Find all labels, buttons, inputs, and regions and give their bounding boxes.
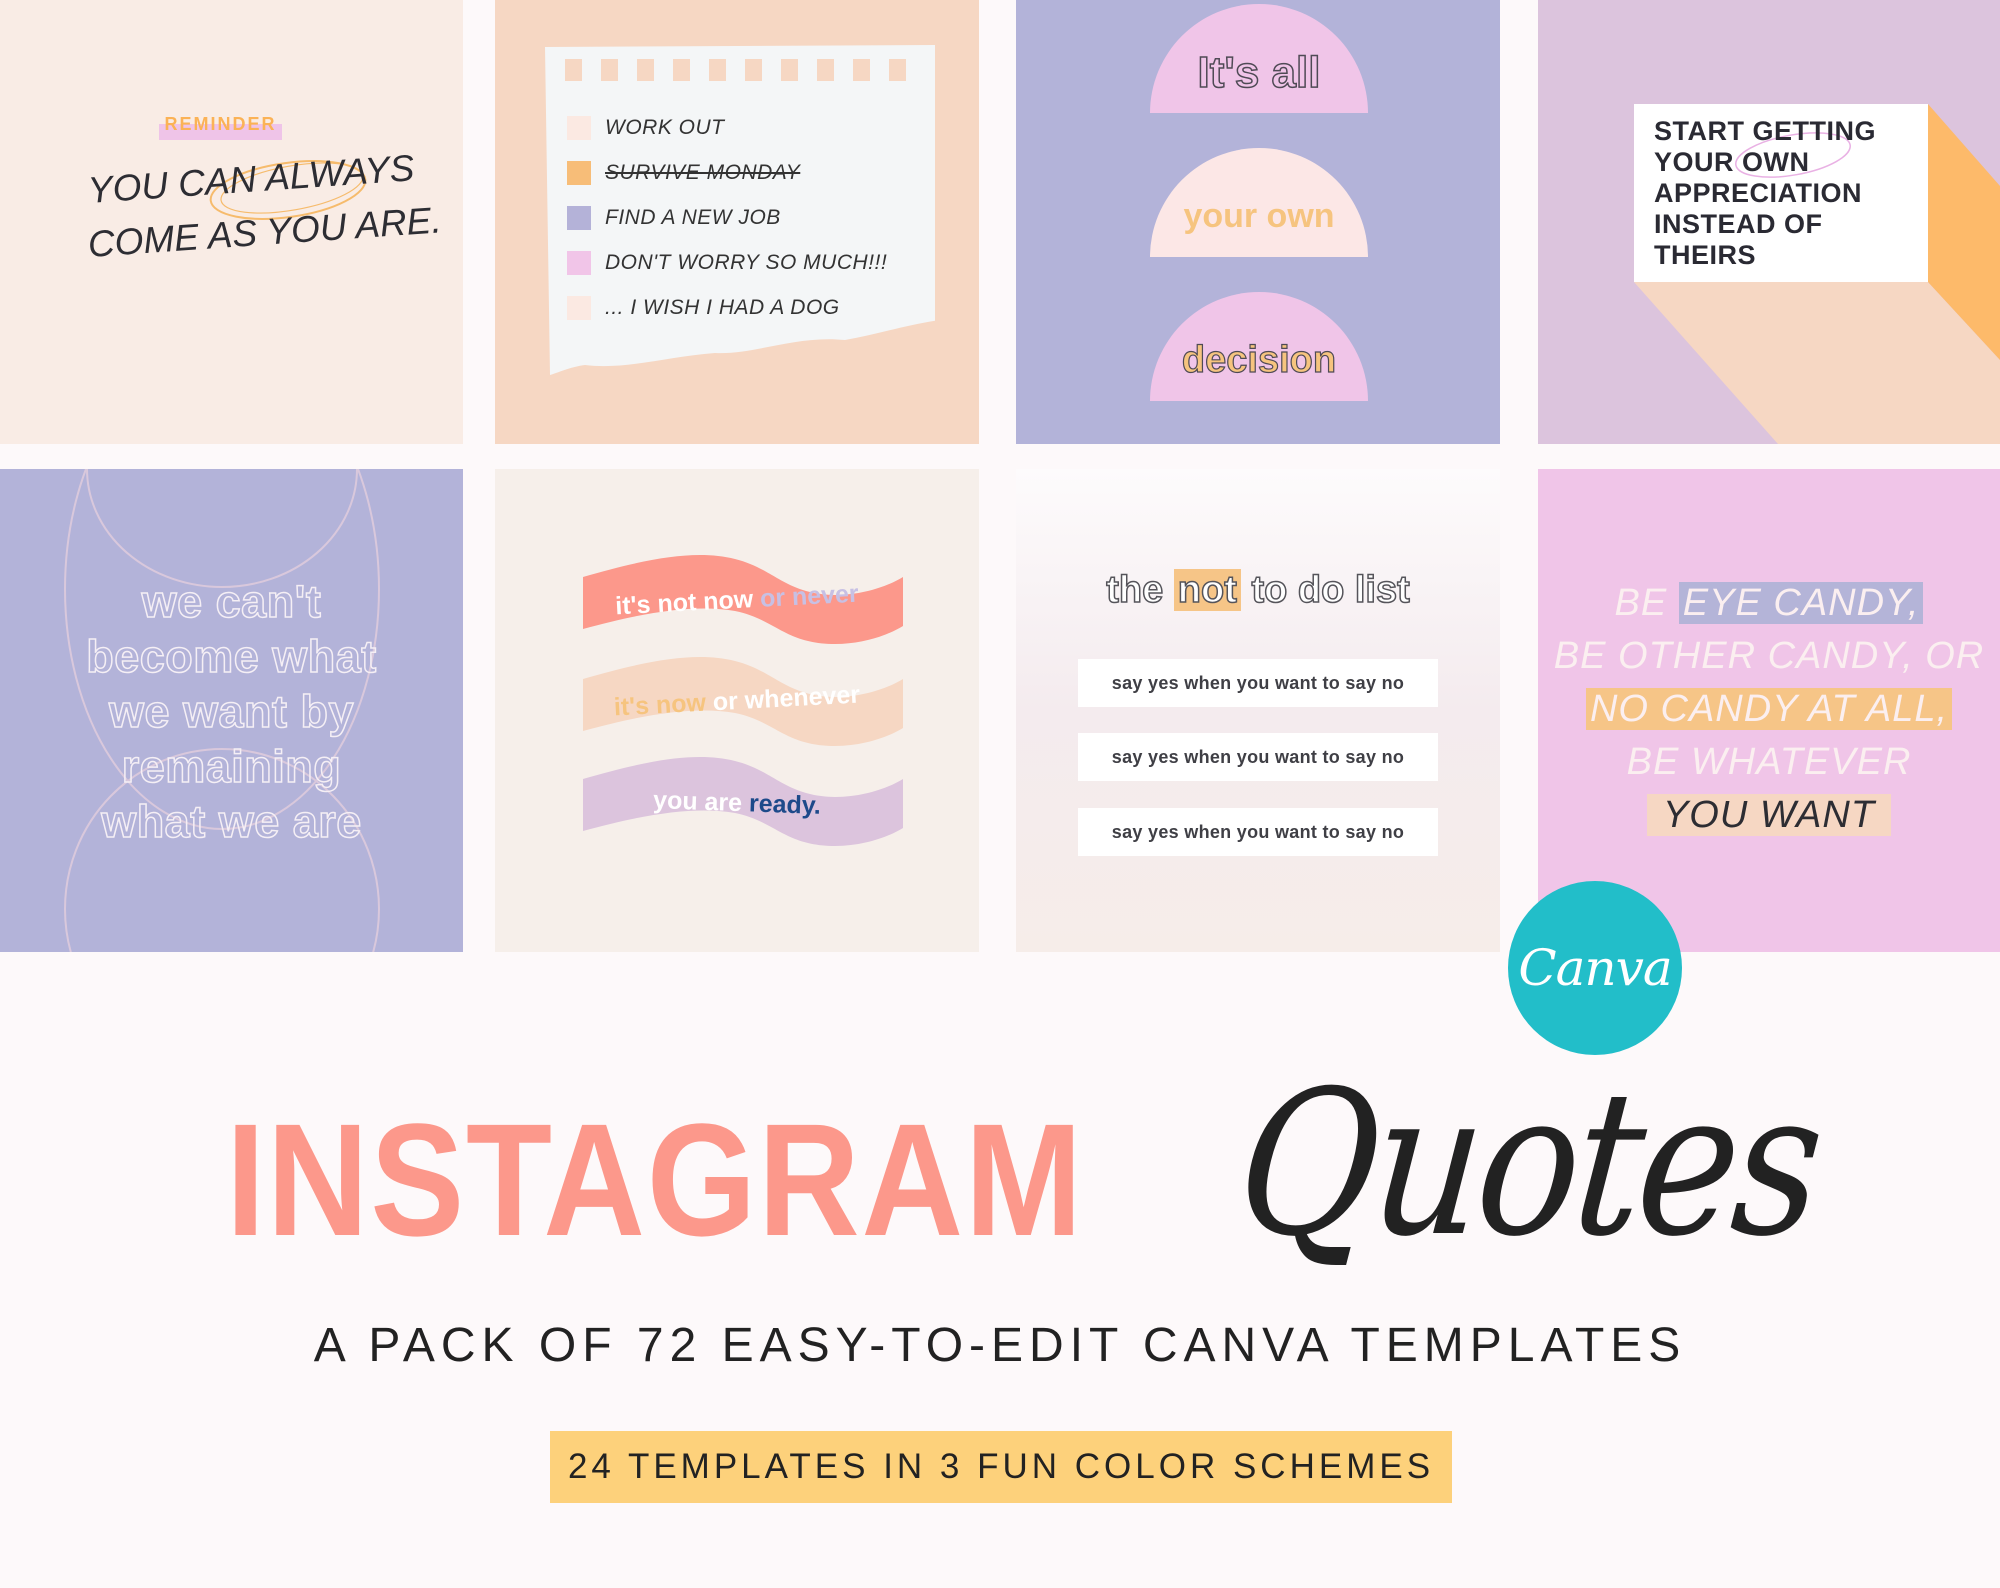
template-tile-outline-quote: we can't become what we want by remainin… [0, 469, 463, 952]
checklist-item: DON'T WORRY SO MUCH!!! [567, 251, 887, 275]
checklist-item: ... I WISH I HAD A DOG [567, 296, 840, 320]
wave-text-part: it's not now [614, 585, 754, 621]
dome-shape: It's all [1150, 4, 1368, 113]
checklist-item: WORK OUT [567, 116, 725, 140]
checkbox-swatch [567, 116, 591, 140]
wave-text-part: ready. [748, 789, 822, 820]
hero-script-title: Quotes [1229, 1048, 1827, 1281]
checklist-item-text: FIND A NEW JOB [605, 206, 781, 229]
quote-line: BE EYE CANDY, [1538, 577, 2000, 630]
banner-text: 24 TEMPLATES IN 3 FUN COLOR SCHEMES [567, 1447, 1435, 1486]
checkbox-swatch [567, 206, 591, 230]
dome-shape: your own [1150, 148, 1368, 257]
highlighted-text: NO CANDY AT ALL, [1585, 688, 1953, 730]
template-tile-not-to-do: the not to do list say yes when you want… [1016, 469, 1500, 952]
title-word: the [1105, 568, 1164, 612]
checkbox-swatch [567, 296, 591, 320]
template-tile-todo-paper: WORK OUT SURVIVE MONDAY FIND A NEW JOB D… [495, 0, 979, 444]
quote-text: BE [1614, 582, 1679, 624]
template-tile-reminder: REMINDER YOU CAN ALWAYS COME AS YOU ARE. [0, 0, 463, 444]
list-row: say yes when you want to say no [1078, 733, 1438, 781]
dome-word: It's all [1197, 47, 1321, 98]
dome-word: your own [1183, 197, 1335, 235]
highlighted-text: YOU WANT [1646, 794, 1892, 836]
canva-logo-text: Canva [1518, 939, 1672, 997]
quote-line: YOU WANT [1538, 789, 2000, 842]
quote-line: become what [85, 630, 377, 683]
list-title: the not to do list [1016, 568, 1500, 612]
checklist-item-text: ... I WISH I HAD A DOG [605, 296, 840, 319]
wave-text-part: you are [652, 786, 743, 818]
card-line: APPRECIATION [1654, 178, 1863, 208]
quote-line: BE OTHER CANDY, OR [1553, 635, 1985, 677]
quote-line: NO CANDY AT ALL, [1538, 683, 2000, 736]
checklist-item-text: SURVIVE MONDAY [605, 161, 801, 184]
hero-subtitle: A PACK OF 72 EASY-TO-EDIT CANVA TEMPLATE… [313, 1319, 1687, 1372]
wave-text-part: it's now [613, 688, 707, 722]
card-line: YOUR OWN [1654, 147, 1810, 177]
card-line: INSTEAD OF [1654, 209, 1823, 239]
wave-text-part: or never [759, 579, 860, 613]
checklist-item: FIND A NEW JOB [567, 206, 781, 230]
checklist-item-text: DON'T WORRY SO MUCH!!! [605, 251, 888, 274]
title-highlight: not [1173, 568, 1241, 612]
checklist-item: SURVIVE MONDAY [567, 161, 800, 185]
quote-line: we can't [141, 575, 322, 628]
quote-line: what we are [100, 795, 362, 848]
list-row: say yes when you want to say no [1078, 659, 1438, 707]
quote-line: remaining [121, 740, 342, 793]
checklist-item-text: WORK OUT [605, 116, 725, 139]
quote-line: BE WHATEVER [1626, 741, 1912, 783]
template-tile-eye-candy: BE EYE CANDY, BE OTHER CANDY, OR NO CAND… [1538, 469, 2000, 952]
dome-word: decision [1181, 338, 1337, 381]
canva-logo-icon: Canva [1508, 881, 1682, 1055]
hero-title: INSTAGRAM [226, 1090, 1084, 1269]
card-line: THEIRS [1654, 240, 1757, 270]
dome-shape: decision [1150, 292, 1368, 401]
hero-banner: 24 TEMPLATES IN 3 FUN COLOR SCHEMES [550, 1431, 1452, 1503]
eye-candy-quote: BE EYE CANDY, BE OTHER CANDY, OR NO CAND… [1538, 577, 2000, 842]
outline-quote-text: we can't become what we want by remainin… [0, 574, 463, 849]
template-tile-domes: It's all your own decision [1016, 0, 1500, 444]
quote-line: we want by [108, 685, 355, 738]
card-line: START GETTING [1654, 116, 1876, 146]
template-tile-waves: it's not now or never it's now or whenev… [495, 469, 979, 952]
highlighted-text: EYE CANDY, [1678, 582, 1924, 624]
card-quote: START GETTING YOUR OWN APPRECIATION INST… [1654, 116, 1876, 271]
checkbox-swatch [567, 251, 591, 275]
title-word: to do list [1251, 568, 1411, 612]
checkbox-swatch [567, 161, 591, 185]
template-tile-appreciation: START GETTING YOUR OWN APPRECIATION INST… [1538, 0, 2000, 444]
list-row: say yes when you want to say no [1078, 808, 1438, 856]
